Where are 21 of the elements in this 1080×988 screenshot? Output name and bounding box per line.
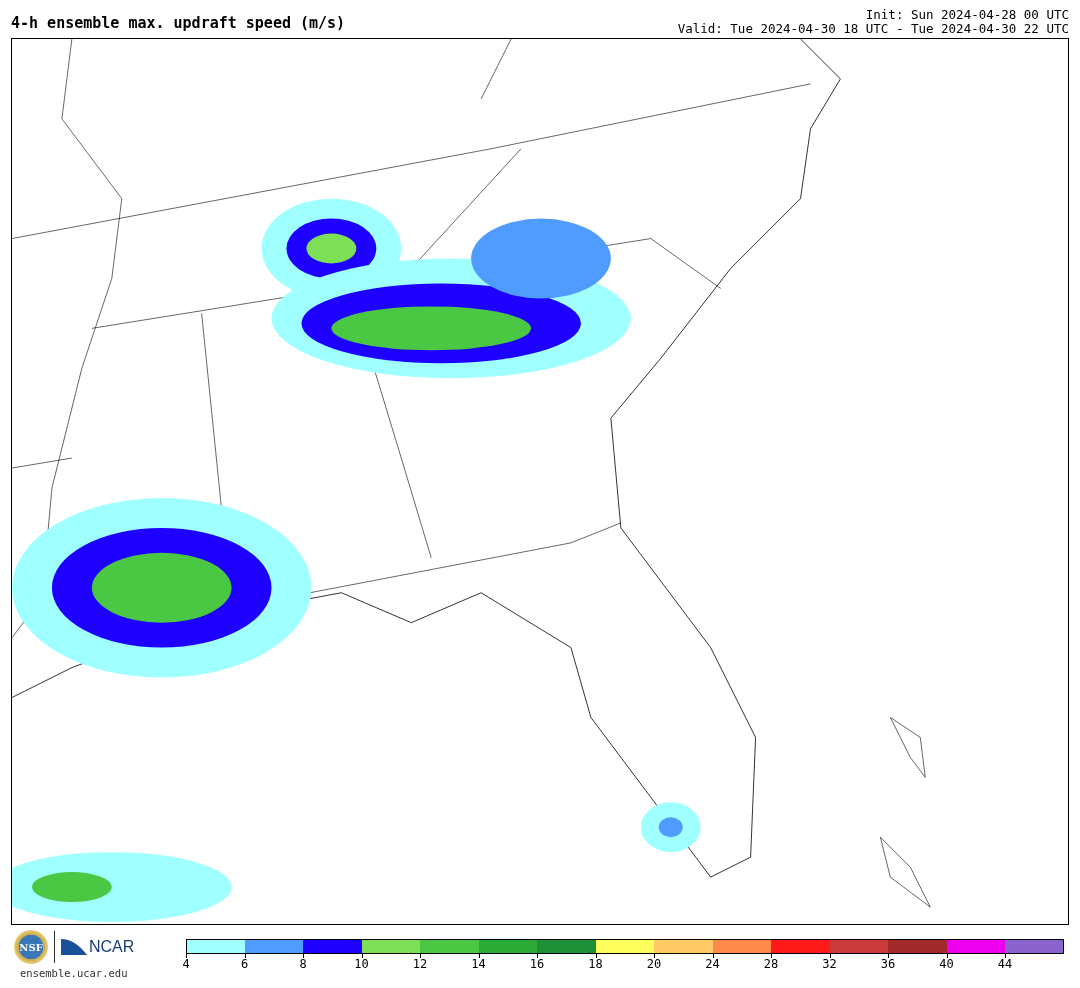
tick-label: 28: [763, 958, 779, 971]
tick-label: 40: [939, 958, 954, 971]
tick-label: 12: [412, 958, 428, 971]
valid-time: Valid: Tue 2024-04-30 18 UTC - Tue 2024-04-30 22 UTC: [677, 22, 1069, 36]
ncar-logo: NCAR: [61, 937, 135, 957]
plot-title: 4-h ensemble max. updraft speed (m/s): [11, 14, 346, 34]
tick-label: 36: [880, 958, 896, 971]
tick-label: 4: [182, 958, 190, 971]
tick-label: 14: [471, 958, 486, 971]
tick-label: 18: [588, 958, 603, 971]
tick-label: 24: [705, 958, 720, 971]
tick-label: 6: [240, 958, 249, 971]
website-url: ensemble.ucar.edu: [20, 967, 128, 979]
init-time: Init: Sun 2024-04-28 00 UTC: [865, 8, 1069, 22]
tick-label: 16: [529, 958, 545, 971]
tick-label: 10: [354, 958, 369, 971]
tick-label: 20: [646, 958, 662, 971]
tick-label: 32: [822, 958, 837, 971]
nsf-logo: NSF: [14, 930, 48, 964]
tick-label: 44: [997, 958, 1013, 971]
tick-label: 8: [299, 958, 307, 971]
